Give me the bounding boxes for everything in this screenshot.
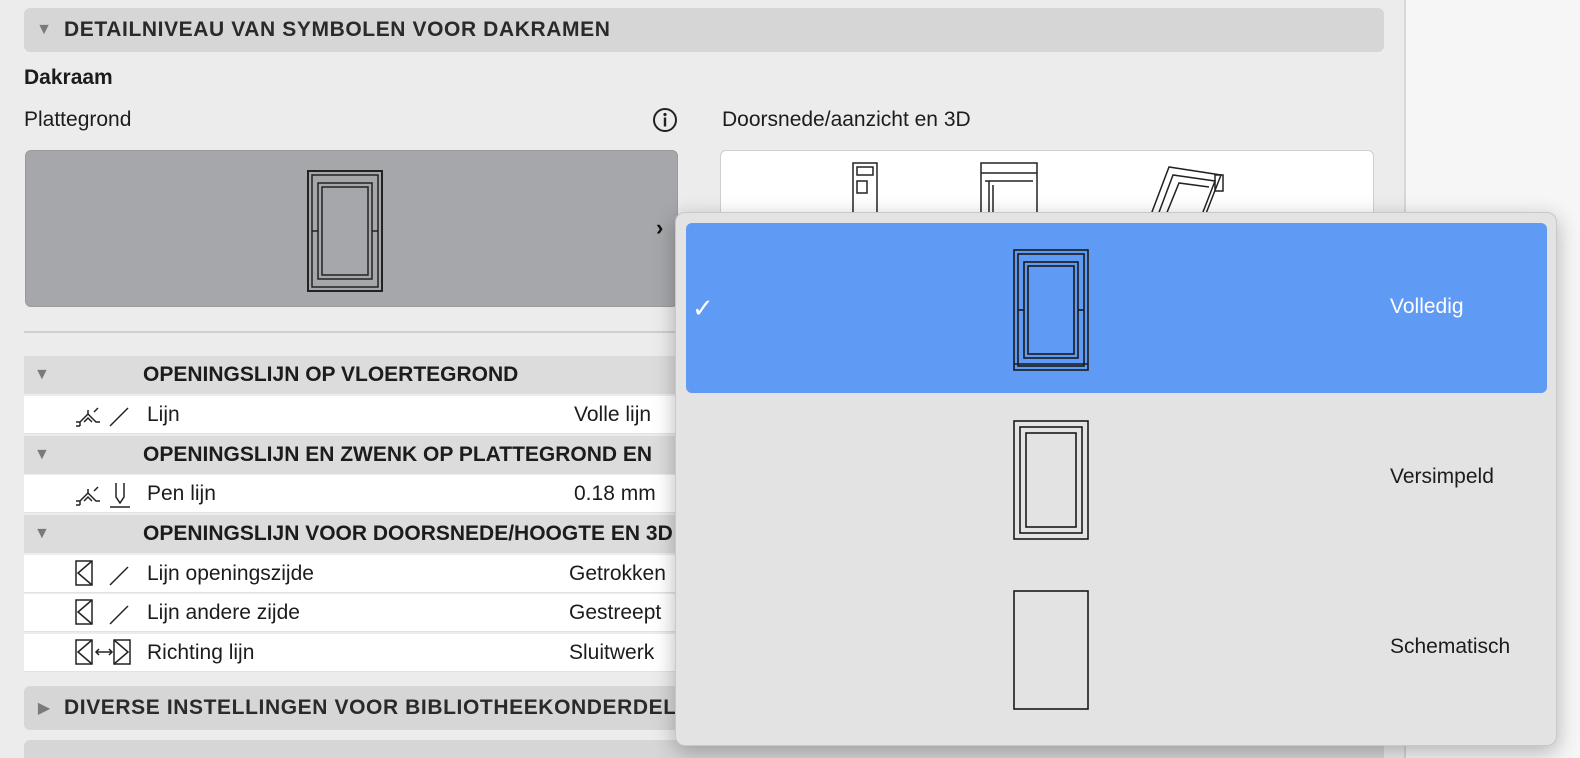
window-full-symbol-icon	[307, 170, 383, 292]
window-simplified-symbol-icon	[1013, 420, 1089, 540]
table-row[interactable]: Lijn Volle lijn	[24, 396, 684, 434]
window-schematic-symbol-icon	[1013, 590, 1089, 710]
property-name: Lijn openingszijde	[147, 562, 314, 585]
direction-line-icon	[75, 639, 131, 665]
section-title: DIVERSE INSTELLINGEN VOOR BIBLIOTHEEKOND…	[64, 696, 708, 719]
option-label: Volledig	[1390, 295, 1464, 318]
property-name: Lijn andere zijde	[147, 601, 300, 624]
plan-symbol-picker[interactable]: ›	[25, 150, 678, 307]
option-label: Versimpeld	[1390, 465, 1494, 488]
other-side-line-icon	[75, 599, 129, 625]
group-label: OPENINGSLIJN VOOR DOORSNEDE/HOOGTE EN 3D	[143, 522, 673, 545]
table-row[interactable]: Lijn openingszijde Getrokken	[24, 555, 684, 593]
plan-label: Plattegrond	[24, 108, 132, 131]
option-schematisch[interactable]: Schematisch	[686, 563, 1547, 733]
checkmark-icon: ✓	[692, 293, 714, 323]
property-value[interactable]: Volle lijn	[574, 403, 651, 427]
property-name: Richting lijn	[147, 641, 255, 664]
collapse-triangle-icon: ▼	[34, 525, 50, 542]
dakraam-title: Dakraam	[24, 66, 113, 89]
group-label: OPENINGSLIJN EN ZWENK OP PLATTEGROND EN	[143, 443, 653, 466]
detail-level-section-header[interactable]: ▼ DETAILNIVEAU VAN SYMBOLEN VOOR DAKRAME…	[24, 8, 1384, 52]
property-name: Pen lijn	[147, 482, 216, 505]
property-name: Lijn	[147, 403, 180, 426]
collapse-triangle-icon: ▼	[34, 366, 50, 383]
table-row[interactable]: Lijn andere zijde Gestreept	[24, 594, 684, 632]
info-icon[interactable]	[652, 107, 678, 133]
option-volledig[interactable]: ✓ Volledig	[686, 223, 1547, 393]
option-label: Schematisch	[1390, 635, 1511, 658]
opening-side-line-icon	[75, 560, 129, 586]
chevron-right-icon: ›	[656, 215, 664, 240]
group-opening-line-floor[interactable]: ▼ OPENINGSLIJN OP VLOERTEGROND	[24, 356, 684, 394]
group-label: OPENINGSLIJN OP VLOERTEGROND	[143, 363, 519, 386]
table-row[interactable]: Pen lijn 0.18 mm	[24, 475, 684, 513]
collapse-triangle-icon: ▼	[34, 446, 50, 463]
window-full-symbol-icon	[1013, 249, 1089, 371]
option-versimpeld[interactable]: Versimpeld	[686, 393, 1547, 563]
section-title: DETAILNIVEAU VAN SYMBOLEN VOOR DAKRAMEN	[64, 18, 611, 41]
opening-line-line-icon	[76, 407, 129, 427]
opening-line-pen-icon	[76, 483, 130, 508]
symbol-detail-dropdown[interactable]: ✓ Volledig Versimpeld Schematisch	[675, 212, 1557, 746]
property-value[interactable]: 0.18 mm	[574, 482, 656, 506]
divider	[24, 331, 684, 333]
group-opening-line-swing-plan[interactable]: ▼ OPENINGSLIJN EN ZWENK OP PLATTEGROND E…	[24, 436, 684, 474]
property-value[interactable]: Gestreept	[569, 601, 661, 625]
collapse-triangle-icon: ▼	[36, 21, 52, 38]
table-row[interactable]: Richting lijn Sluitwerk	[24, 634, 684, 672]
expand-triangle-icon: ▶	[37, 700, 51, 717]
group-opening-line-section-3d[interactable]: ▼ OPENINGSLIJN VOOR DOORSNEDE/HOOGTE EN …	[24, 515, 684, 553]
property-value[interactable]: Getrokken	[569, 562, 666, 586]
section-view-label: Doorsnede/aanzicht en 3D	[722, 108, 971, 131]
property-value[interactable]: Sluitwerk	[569, 641, 654, 665]
